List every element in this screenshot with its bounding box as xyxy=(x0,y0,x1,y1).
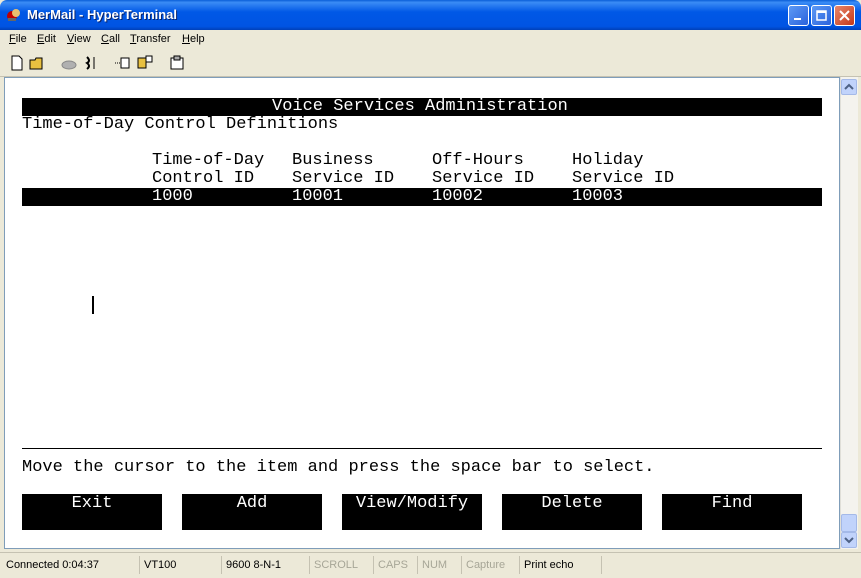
terminal-screen[interactable] xyxy=(4,77,840,549)
status-emulation: VT100 xyxy=(140,556,222,574)
scroll-up-button[interactable] xyxy=(841,79,857,95)
open-icon[interactable] xyxy=(28,54,46,72)
add-button[interactable]: Add xyxy=(182,494,322,530)
find-button[interactable]: Find xyxy=(662,494,802,530)
send-icon[interactable] xyxy=(114,54,132,72)
status-bar: Connected 0:04:37 VT100 9600 8-N-1 SCROL… xyxy=(0,552,861,578)
header-bar: Voice Services Administration xyxy=(22,98,822,116)
menu-help[interactable]: Help xyxy=(182,33,205,45)
scroll-down-button[interactable] xyxy=(841,532,857,548)
column-header-control-id-line1: Time-of-Day xyxy=(152,151,265,170)
close-icon xyxy=(839,10,850,21)
screen-header: Voice Services Administration xyxy=(272,97,568,116)
screen-subtitle: Time-of-Day Control Definitions xyxy=(22,115,339,134)
scroll-thumb[interactable] xyxy=(841,514,857,532)
status-num: NUM xyxy=(418,556,462,574)
prompt-text: Move the cursor to the item and press th… xyxy=(22,458,655,477)
column-header-holiday-line1: Holiday xyxy=(572,151,644,170)
text-cursor xyxy=(92,296,94,314)
view-modify-button[interactable]: View/Modify xyxy=(342,494,482,530)
toolbar xyxy=(0,50,861,77)
column-header-control-id-line2: Control ID xyxy=(152,169,255,188)
title-bar[interactable]: MerMail - HyperTerminal xyxy=(0,0,861,30)
properties-icon[interactable] xyxy=(168,54,186,72)
disconnect-icon[interactable] xyxy=(60,54,78,72)
cell-business-service-id: 10001 xyxy=(292,187,344,206)
table-row-selected[interactable]: 1000 10001 10002 10003 xyxy=(22,188,822,206)
exit-button[interactable]: Exit xyxy=(22,494,162,530)
hyperterminal-icon xyxy=(7,9,20,21)
receive-icon[interactable] xyxy=(136,54,154,72)
arrow-up-icon xyxy=(844,83,854,90)
menu-call[interactable]: Call xyxy=(101,33,120,45)
close-button[interactable] xyxy=(834,5,855,26)
status-connected: Connected 0:04:37 xyxy=(2,556,140,574)
column-header-business-line1: Business xyxy=(292,151,374,170)
cell-control-id: 1000 xyxy=(152,187,193,206)
dial-icon[interactable] xyxy=(82,54,100,72)
delete-button[interactable]: Delete xyxy=(502,494,642,530)
column-header-off-hours-line1: Off-Hours xyxy=(432,151,524,170)
window-title: MerMail - HyperTerminal xyxy=(27,7,178,22)
column-header-holiday-line2: Service ID xyxy=(572,169,675,188)
menu-transfer[interactable]: Transfer xyxy=(130,33,171,45)
divider xyxy=(22,448,822,449)
column-header-off-hours-line2: Service ID xyxy=(432,169,535,188)
cell-holiday-service-id: 10003 xyxy=(572,187,624,206)
minimize-button[interactable] xyxy=(788,5,809,26)
maximize-button[interactable] xyxy=(811,5,832,26)
status-scroll: SCROLL xyxy=(310,556,374,574)
vertical-scrollbar[interactable] xyxy=(840,77,858,549)
status-print-echo: Print echo xyxy=(520,556,602,574)
minimize-icon xyxy=(794,18,801,20)
new-icon[interactable] xyxy=(8,54,26,72)
arrow-down-icon xyxy=(844,537,854,544)
maximize-icon xyxy=(816,10,827,21)
menu-view[interactable]: View xyxy=(67,33,91,45)
menu-bar: File Edit View Call Transfer Help xyxy=(0,30,861,50)
menu-file[interactable]: File xyxy=(9,33,27,45)
column-header-business-line2: Service ID xyxy=(292,169,395,188)
cell-off-hours-service-id: 10002 xyxy=(432,187,484,206)
status-caps: CAPS xyxy=(374,556,418,574)
status-settings: 9600 8-N-1 xyxy=(222,556,310,574)
menu-edit[interactable]: Edit xyxy=(37,33,56,45)
status-capture: Capture xyxy=(462,556,520,574)
